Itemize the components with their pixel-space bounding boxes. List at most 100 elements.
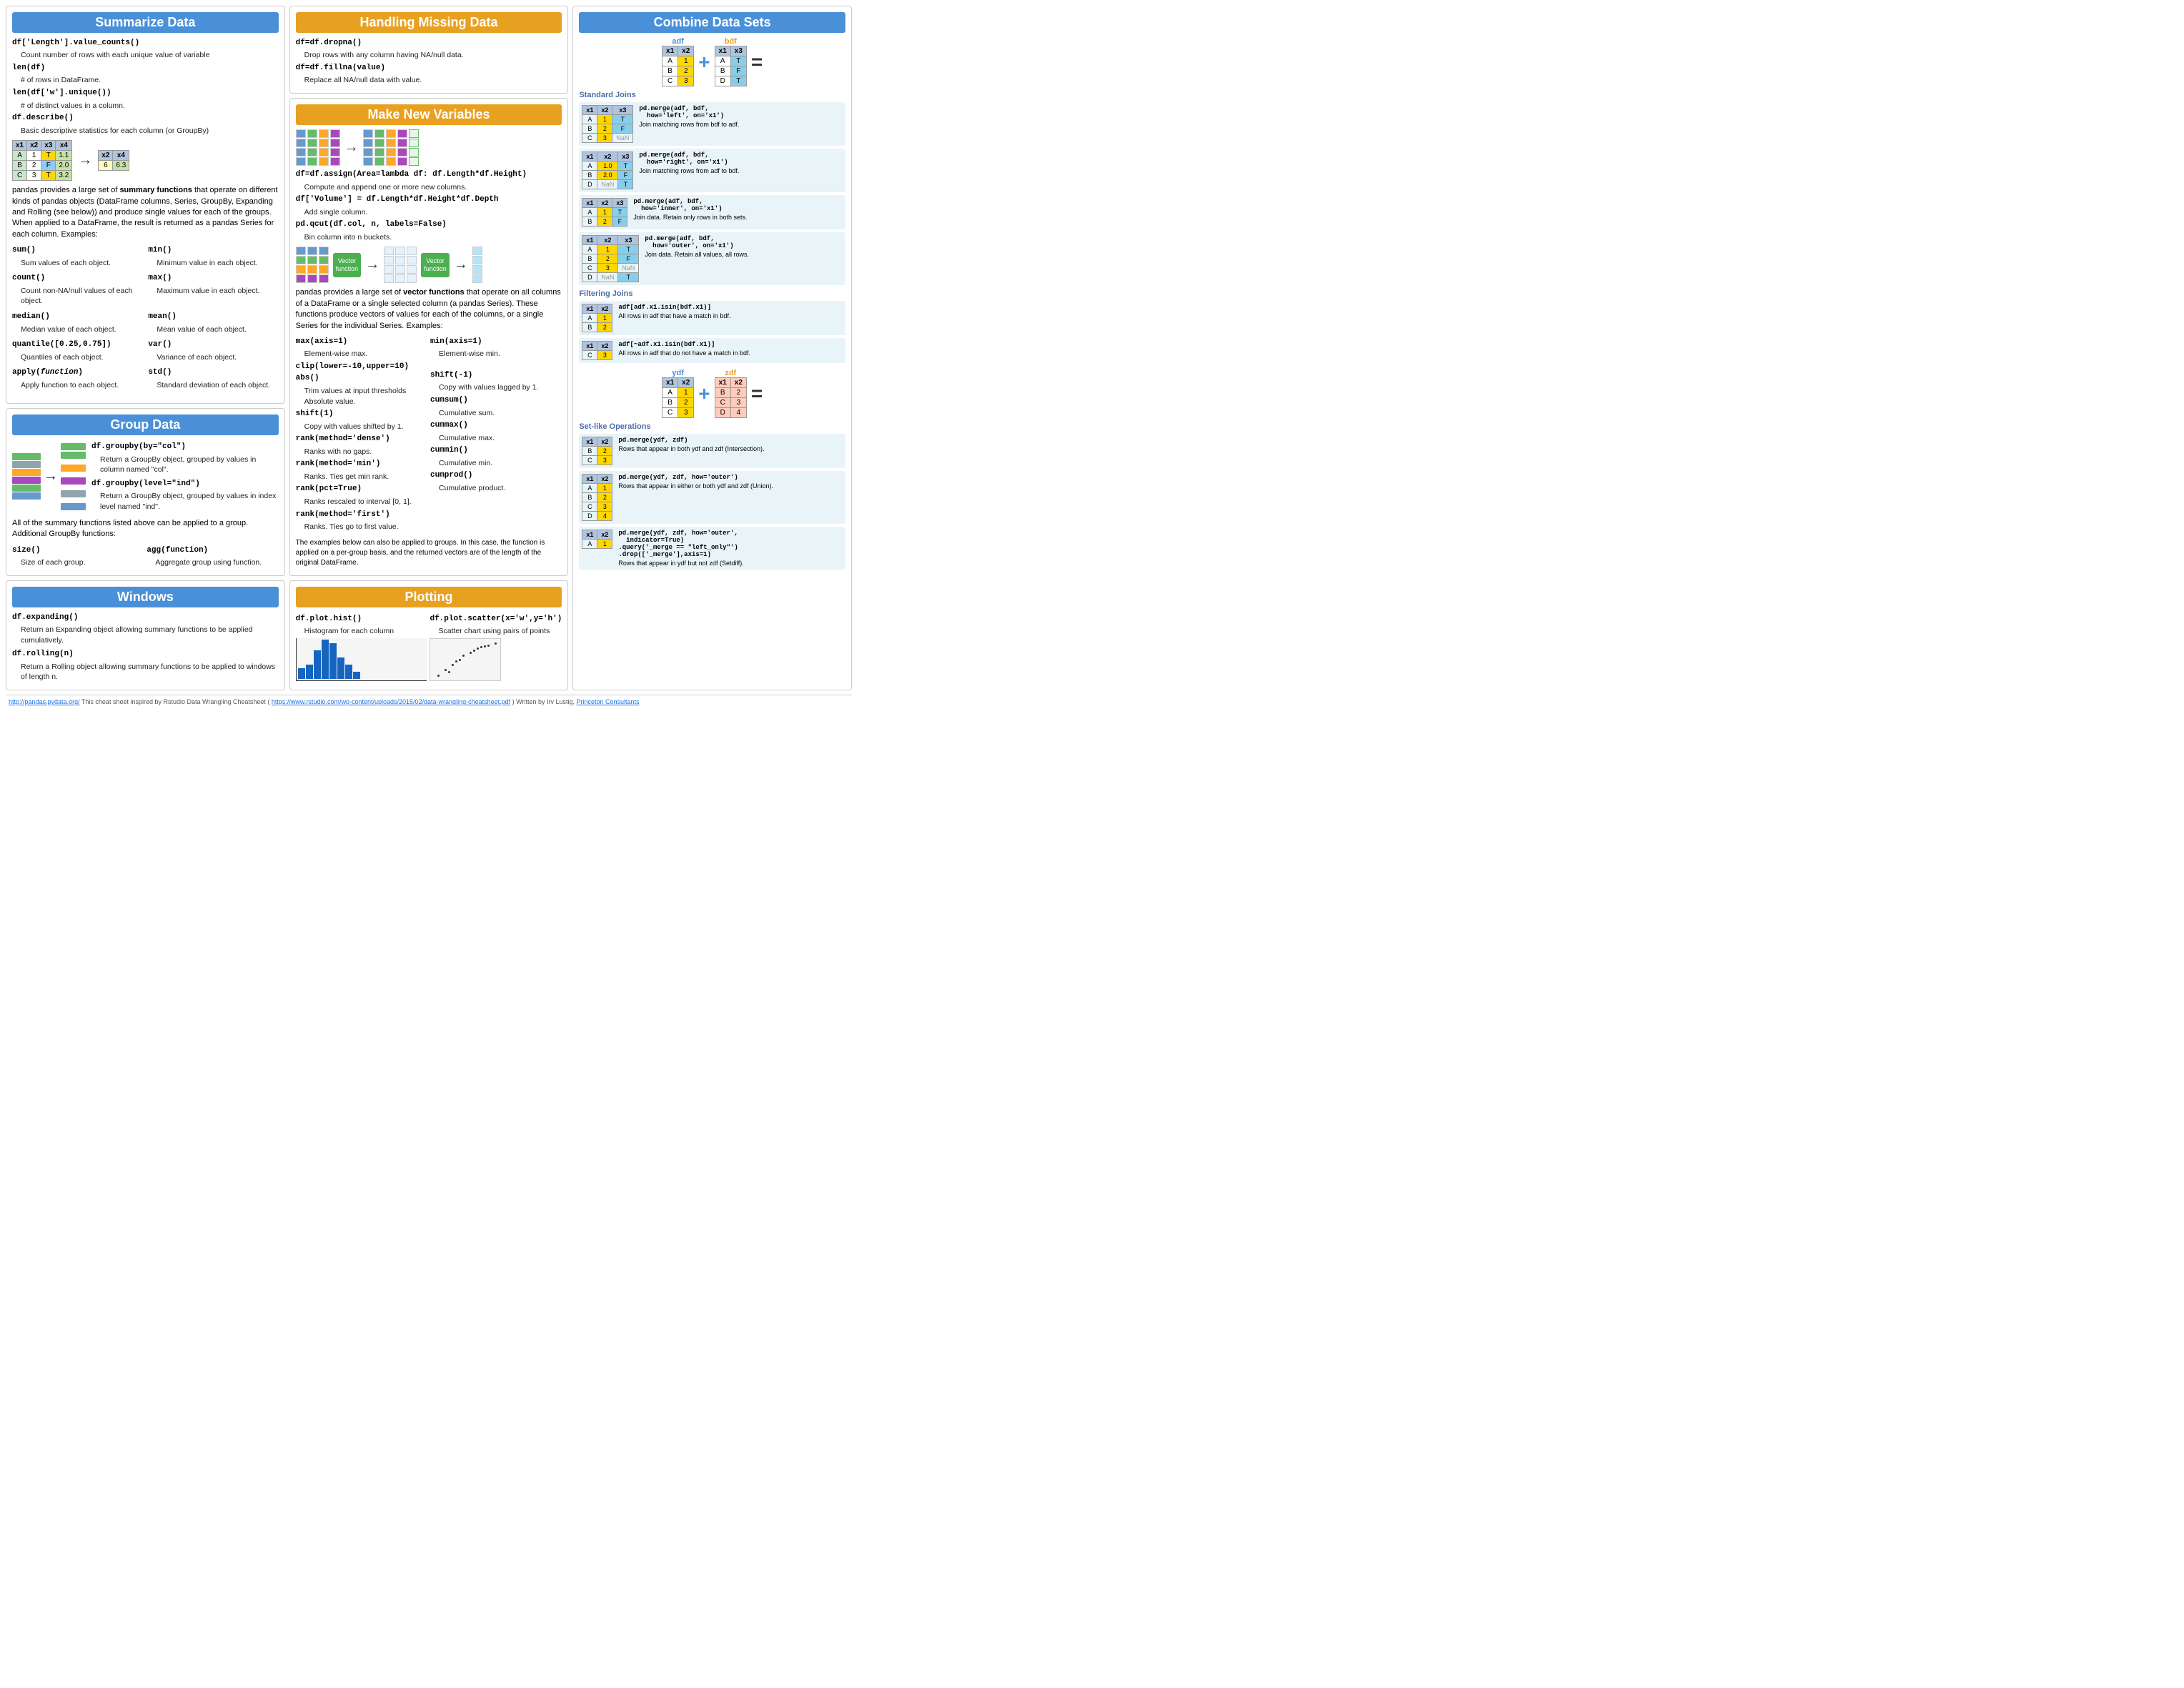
scatter-dot [437, 675, 440, 677]
group-block-after [61, 443, 86, 510]
group-content: → df.groupby(by="col") Return a GroupBy … [12, 440, 279, 514]
newvar-desc2: Add single column. [304, 207, 562, 218]
scatter-dot [452, 664, 454, 666]
summarize-para1: pandas provides a large set of summary f… [12, 185, 279, 240]
group-desc1: Return a GroupBy object, grouped by valu… [100, 455, 279, 475]
newvar-para1: pandas provides a large set of vector fu… [296, 287, 562, 332]
group-code2: df.groupby(level="ind") [91, 480, 200, 488]
plot-hist: df.plot.hist() Histogram for each column [296, 612, 427, 681]
filter-join-1: x1x2 A1 B2 adf[adf.x1.isin(bdf.x1)] All … [579, 301, 845, 335]
newvar-desc1: Compute and append one or more new colum… [304, 182, 562, 193]
func-var: var()Variance of each object. [148, 337, 278, 364]
zdf-label: zdf x1x2 B2 C3 D4 [715, 369, 747, 418]
func-mean: mean()Mean value of each object. [148, 309, 278, 336]
hist-bar-3 [314, 650, 321, 679]
windows-section: Windows df.expanding() Return an Expandi… [6, 580, 285, 691]
summarize-functions-grid: sum()Sum values of each object. min()Min… [12, 243, 279, 392]
newvar-code1: df=df.assign(Area=lambda df: df.Length*d… [296, 170, 527, 179]
histogram-visual [296, 638, 427, 681]
hist-bar-6 [337, 657, 344, 679]
bdf-label-top: bdf x1x3 AT BF DT [715, 37, 747, 86]
group-title: Group Data [12, 414, 279, 435]
newvar-grid-after [363, 129, 419, 166]
eq-sign-top: = [751, 51, 763, 74]
combine-title: Combine Data Sets [579, 12, 845, 33]
newvar-funcs-left: max(axis=1)Element-wise max. clip(lower=… [296, 334, 427, 534]
scatter-dot [484, 645, 486, 647]
hist-bar-4 [322, 640, 329, 679]
missing-desc1: Drop rows with any column having NA/null… [304, 50, 562, 61]
missing-title: Handling Missing Data [296, 12, 562, 33]
footer-link2[interactable]: https://www.rstudio.com/wp-content/uploa… [272, 698, 510, 705]
func-min: min()Minimum value in each object. [148, 243, 278, 269]
plotting-desc1: Histogram for each column [304, 626, 427, 637]
adf-label-top: adf x1x2 A1 B2 C3 [662, 37, 694, 86]
summarize-code1: df['Length'].value_counts() [12, 39, 139, 47]
join-right: x1x2x3 A1.0T B2.0F DNaNT pd.merge(adf, b… [579, 149, 845, 192]
group-desc2: Return a GroupBy object, grouped by valu… [100, 491, 279, 512]
setop-setdiff: x1x2 A1 pd.merge(ydf, zdf, how='outer', … [579, 527, 845, 570]
summarize-df-after: x2x4 66.3 [98, 150, 129, 171]
plotting-section: Plotting df.plot.hist() Histogram for ea… [289, 580, 569, 691]
newvar-vector-vis: Vectorfunction → [296, 247, 562, 283]
summarize-title: Summarize Data [12, 12, 279, 33]
plotting-code2: df.plot.scatter(x='w',y='h') [430, 615, 562, 623]
footer-link1[interactable]: http://pandas.pydata.org/ [9, 698, 80, 705]
newvar-grid-before [296, 129, 340, 166]
newvar-functions: max(axis=1)Element-wise max. clip(lower=… [296, 334, 562, 534]
summarize-desc4: Basic descriptive statistics for each co… [21, 126, 279, 136]
vector-function-label1: Vectorfunction [333, 253, 362, 277]
windows-title: Windows [12, 587, 279, 607]
func-median: median()Median value of each object. [12, 309, 142, 336]
scatter-dot [459, 659, 461, 661]
group-code4: agg(function) [147, 546, 208, 555]
group-section: Group Data → [6, 408, 285, 575]
standard-joins-label: Standard Joins [579, 91, 845, 99]
hist-bar-1 [298, 668, 305, 679]
scatter-dot [480, 646, 482, 648]
windows-code1: df.expanding() [12, 613, 78, 622]
summarize-desc1: Count number of rows with each unique va… [21, 50, 279, 61]
plotting-code1: df.plot.hist() [296, 615, 362, 623]
func-apply: apply(function)Apply function to each ob… [12, 365, 142, 392]
setop-intersect: x1x2 B2 C3 pd.merge(ydf, zdf) Rows that … [579, 434, 845, 468]
windows-desc2: Return a Rolling object allowing summary… [21, 662, 279, 682]
footer: http://pandas.pydata.org/ This cheat she… [6, 695, 852, 708]
eq-sign-bottom: = [751, 382, 763, 405]
vector-function-label2: Vectorfunction [421, 253, 450, 277]
windows-code2: df.rolling(n) [12, 650, 74, 658]
set-ops-label: Set-like Operations [579, 422, 845, 431]
newvar-funcs-right: min(axis=1)Element-wise min. shift(-1)Co… [430, 334, 562, 534]
newvar-code3: pd.qcut(df.col, n, labels=False) [296, 220, 447, 229]
scatter-dot [473, 650, 475, 652]
footer-text1: This cheat sheet inspired by Rstudio Dat… [81, 698, 269, 705]
combine-section: Combine Data Sets adf x1x2 A1 B2 C3 + bd… [572, 6, 852, 690]
scatter-dot [445, 669, 447, 671]
newvar-desc3: Bin column into n buckets. [304, 232, 562, 243]
newvar-vis-top: → [296, 129, 562, 166]
func-count: count()Count non-NA/null values of each … [12, 271, 142, 308]
summarize-df-vis: x1x2x3x4 A1T1.1 B2F2.0 C3T3.2 → x2x4 66.… [12, 140, 279, 181]
missing-section: Handling Missing Data df=df.dropna() Dro… [289, 6, 569, 94]
windows-desc1: Return an Expanding object allowing summ… [21, 625, 279, 645]
group-arrow: → [44, 468, 58, 485]
group-code3: size() [12, 546, 41, 555]
combine-bottom-vis: ydf x1x2 A1 B2 C3 + zdf x1x2 B2 C3 D4 = [579, 369, 845, 418]
scatter-dot [495, 642, 497, 645]
func-max: max()Maximum value in each object. [148, 271, 278, 308]
scatter-dot [487, 645, 490, 647]
scatter-dot [470, 652, 472, 654]
ydf-label: ydf x1x2 A1 B2 C3 [662, 369, 694, 418]
newvar-arrow1: → [344, 139, 359, 156]
scatter-dot [477, 647, 479, 650]
scatter-dot [462, 655, 465, 657]
summarize-df-before: x1x2x3x4 A1T1.1 B2F2.0 C3T3.2 [12, 140, 72, 181]
summarize-desc3: # of distinct values in a column. [21, 101, 279, 111]
func-sum: sum()Sum values of each object. [12, 243, 142, 269]
summarize-desc2: # of rows in DataFrame. [21, 75, 279, 86]
group-size: size() Size of each group. [12, 543, 144, 570]
join-inner: x1x2x3 A1T B2F pd.merge(adf, bdf, how='i… [579, 195, 845, 229]
filter-join-2: x1x2 C3 adf[~adf.x1.isin(bdf.x1)] All ro… [579, 338, 845, 363]
footer-link3[interactable]: Princeton Consultants [577, 698, 640, 705]
summarize-arrow: → [78, 152, 92, 169]
